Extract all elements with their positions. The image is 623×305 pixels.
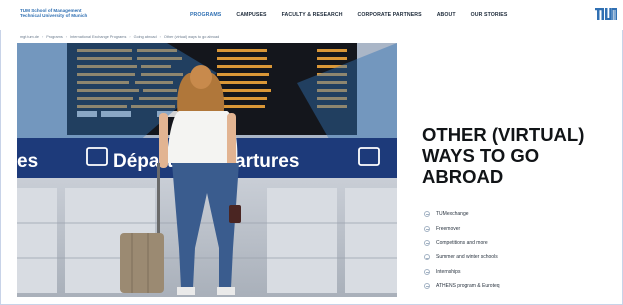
link-athens-euroteq[interactable]: ATHENS program & Euroteq <box>424 279 614 293</box>
breadcrumb-programs[interactable]: Programs <box>46 35 62 39</box>
link-label: Freemover <box>436 225 461 232</box>
nav-faculty-research[interactable]: FACULTY & RESEARCH <box>282 12 343 18</box>
breadcrumb-separator-icon: › <box>65 35 67 39</box>
hero-image: es Départs artures <box>17 43 397 297</box>
breadcrumb-exchange[interactable]: International Exchange Programs <box>70 35 126 39</box>
page-title: OTHER (VIRTUAL) WAYS TO GO ABROAD <box>422 124 612 187</box>
tum-logo-icon[interactable] <box>595 7 617 21</box>
site-header: TUM School of Management Technical Unive… <box>0 0 623 30</box>
sign-edge-text: es <box>17 151 38 172</box>
link-label: ATHENS program & Euroteq <box>436 283 500 290</box>
link-freemover[interactable]: Freemover <box>424 221 614 235</box>
arrow-circle-icon <box>424 268 430 275</box>
page-title-line-1: OTHER (VIRTUAL) <box>422 124 585 145</box>
breadcrumb: mgt.tum.de › Programs › International Ex… <box>20 35 219 39</box>
nav-programs[interactable]: PROGRAMS <box>190 12 221 18</box>
breadcrumb-separator-icon: › <box>42 35 44 39</box>
logo-line-2: Technical University of Munich <box>20 13 88 19</box>
link-competitions[interactable]: Competitions and more <box>424 236 614 250</box>
link-label: TUMexchange <box>436 211 469 218</box>
nav-about[interactable]: ABOUT <box>437 12 456 18</box>
link-summer-winter-schools[interactable]: Summer and winter schools <box>424 250 614 264</box>
arrow-circle-icon <box>424 211 430 218</box>
nav-corporate-partners[interactable]: CORPORATE PARTNERS <box>358 12 422 18</box>
breadcrumb-separator-icon: › <box>129 35 131 39</box>
link-label: Internships <box>436 268 461 275</box>
main-nav: PROGRAMS CAMPUSES FACULTY & RESEARCH COR… <box>190 12 507 18</box>
breadcrumb-separator-icon: › <box>159 35 161 39</box>
link-label: Competitions and more <box>436 239 488 246</box>
link-label: Summer and winter schools <box>436 254 498 261</box>
school-logo[interactable]: TUM School of Management Technical Unive… <box>20 8 100 18</box>
sign-artures-text: artures <box>235 151 299 172</box>
nav-campuses[interactable]: CAMPUSES <box>236 12 266 18</box>
arrow-circle-icon <box>424 225 430 232</box>
arrow-circle-icon <box>424 283 430 290</box>
page-title-line-3: ABROAD <box>422 166 504 187</box>
breadcrumb-current: Other (virtual) ways to go abroad <box>163 35 220 39</box>
arrow-circle-icon <box>424 239 430 246</box>
breadcrumb-going-abroad[interactable]: Going abroad <box>134 35 157 39</box>
arrow-circle-icon <box>424 254 430 261</box>
nav-our-stories[interactable]: OUR STORIES <box>471 12 508 18</box>
link-tumexchange[interactable]: TUMexchange <box>424 207 614 221</box>
program-link-list: TUMexchange Freemover Competitions and m… <box>424 207 614 293</box>
link-internships[interactable]: Internships <box>424 265 614 279</box>
breadcrumb-home[interactable]: mgt.tum.de <box>20 35 39 39</box>
page-title-line-2: WAYS TO GO <box>422 145 540 166</box>
